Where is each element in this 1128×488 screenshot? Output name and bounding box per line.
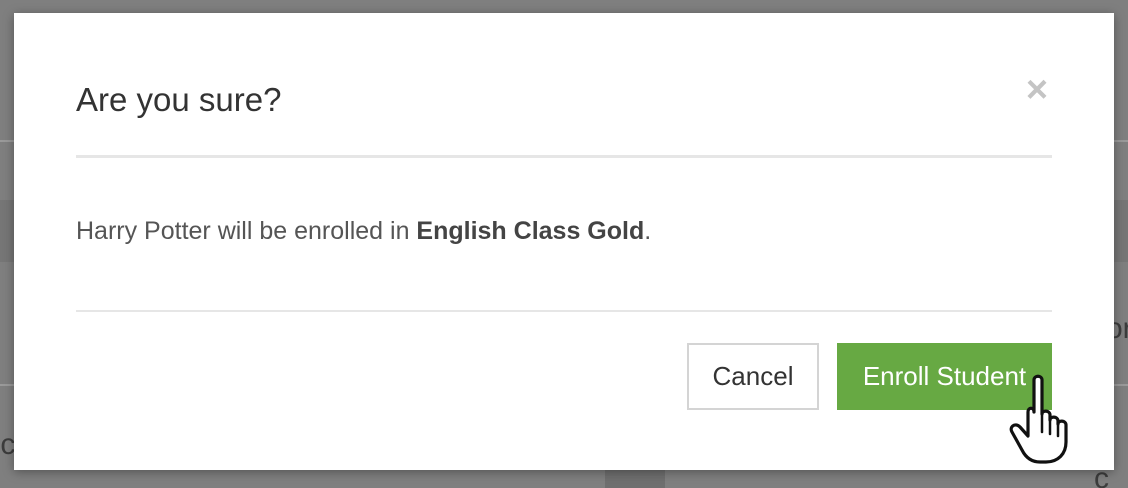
modal-title: Are you sure? (76, 81, 282, 118)
confirm-enroll-modal: Are you sure? × Harry Potter will be enr… (14, 13, 1114, 470)
class-name: English Class Gold (416, 217, 645, 245)
close-icon[interactable]: × (1020, 71, 1054, 109)
background-block (605, 470, 665, 488)
enroll-message-suffix: . (644, 217, 652, 245)
modal-body: Harry Potter will be enrolled in English… (76, 213, 1052, 249)
enroll-student-button[interactable]: Enroll Student (837, 343, 1052, 410)
modal-footer: Cancel Enroll Student (76, 310, 1052, 470)
modal-header: Are you sure? × (76, 13, 1052, 158)
enroll-message-text: Harry Potter will be enrolled in (76, 217, 417, 245)
cancel-button[interactable]: Cancel (687, 343, 819, 410)
